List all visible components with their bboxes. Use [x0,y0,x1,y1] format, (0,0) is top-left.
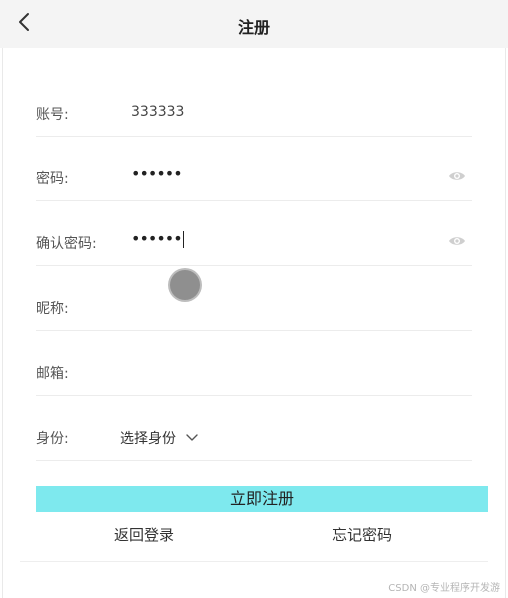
identity-select[interactable]: 选择身份 [120,428,198,448]
confirm-password-value: •••••• [131,229,183,248]
email-row: 邮箱: [36,355,472,396]
back-to-login-link[interactable]: 返回登录 [114,524,174,545]
register-button[interactable]: 立即注册 [36,486,488,512]
eye-icon[interactable] [448,234,466,248]
identity-row: 身份: 选择身份 [36,420,472,461]
password-input[interactable]: •••••• [131,164,183,183]
account-row: 账号: 333333 [36,96,472,137]
password-label: 密码: [36,171,69,187]
account-label: 账号: [36,107,69,123]
nav-bar: 注册 [0,0,508,48]
touch-indicator [170,270,200,300]
confirm-password-row: 确认密码: •••••• [36,225,472,266]
nickname-row: 昵称: [36,290,472,331]
email-label: 邮箱: [36,366,69,382]
confirm-password-label: 确认密码: [36,236,97,252]
password-row: 密码: •••••• [36,160,472,201]
chevron-down-icon [186,434,198,441]
nickname-label: 昵称: [36,301,69,317]
forgot-password-link[interactable]: 忘记密码 [332,524,392,545]
page-title: 注册 [237,18,270,37]
nickname-input[interactable] [131,298,431,318]
watermark: CSDN @专业程序开发游 [388,583,500,594]
text-cursor [182,231,184,248]
identity-label: 身份: [36,431,69,447]
confirm-password-input[interactable]: •••••• [131,229,184,248]
eye-icon[interactable] [448,169,466,183]
account-input[interactable]: 333333 [131,104,184,120]
email-input[interactable] [131,363,431,383]
divider [20,561,488,562]
identity-selected-value: 选择身份 [120,431,176,447]
